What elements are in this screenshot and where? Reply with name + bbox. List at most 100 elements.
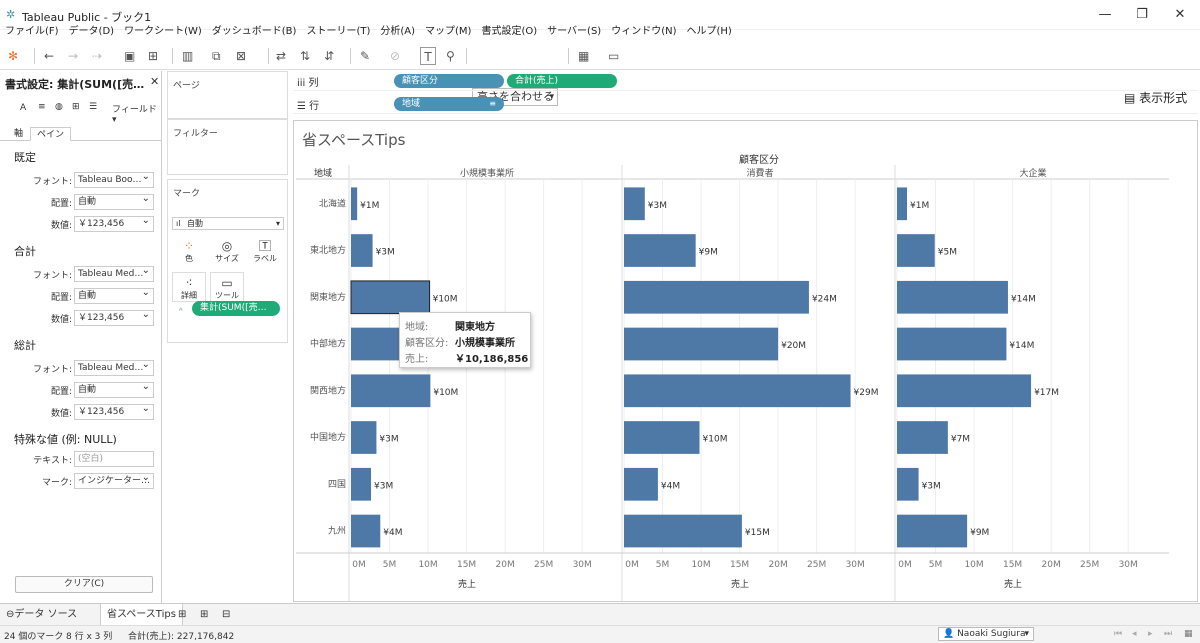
group-icon[interactable]: ⊘ — [390, 47, 400, 65]
section-align-dropdown[interactable]: 自動 — [74, 288, 154, 304]
clear-sheet-icon[interactable]: ⊠ — [236, 47, 246, 65]
x-tick-label: 5M — [656, 560, 670, 570]
menu-item-6[interactable]: マップ(M) — [420, 24, 476, 40]
tab-pane[interactable]: ペイン — [30, 127, 72, 141]
format-borders-icon[interactable]: ⊞ — [72, 102, 80, 112]
row-label: 東北地方 — [310, 244, 346, 256]
undo-icon[interactable]: ← — [44, 47, 54, 65]
section-font-dropdown[interactable]: Tableau Med… — [74, 360, 154, 376]
replay-icon[interactable]: ⇢ — [92, 47, 102, 65]
bar-label: ¥9M — [970, 528, 989, 538]
pin-icon[interactable]: ⚲ — [446, 47, 455, 65]
card-toggle-icon[interactable]: ▦ — [578, 47, 589, 65]
menu-item-8[interactable]: サーバー(S) — [542, 24, 606, 40]
size-button[interactable]: ◎ サイズ — [210, 236, 244, 266]
bar — [897, 374, 1032, 408]
bar — [624, 234, 696, 267]
menu-item-9[interactable]: ウィンドウ(N) — [606, 24, 681, 40]
sort-asc-icon[interactable]: ⇅ — [300, 47, 310, 65]
rows-pill-region[interactable]: 地域 ≡ — [394, 97, 504, 111]
save-icon[interactable]: ▣ — [124, 47, 135, 65]
menu-item-2[interactable]: ワークシート(W) — [119, 24, 207, 40]
mark-type-dropdown[interactable]: ıl 自動 ▾ — [172, 217, 284, 230]
bar-chart-icon: ıl — [176, 219, 181, 228]
measure-pill[interactable]: 集計(SUM([売… — [192, 301, 280, 316]
label-mark-icon: ᴬ — [179, 306, 183, 315]
detail-label: 詳細 — [181, 291, 197, 300]
menu-item-7[interactable]: 書式設定(O) — [476, 24, 542, 40]
pages-card[interactable]: ページ — [167, 71, 288, 119]
menu-item-3[interactable]: ダッシュボード(B) — [207, 24, 302, 40]
new-datasource-icon[interactable]: ⊞ — [148, 47, 158, 65]
x-tick-label: 15M — [457, 560, 476, 570]
close-icon[interactable]: ✕ — [150, 75, 159, 88]
nav-prev-icon[interactable]: ◂ — [1132, 629, 1137, 639]
detail-button[interactable]: ⁖ 詳細 — [172, 272, 206, 302]
section-number-dropdown[interactable]: ￥123,456 — [74, 404, 154, 420]
section-align-label: 配置: — [50, 387, 72, 397]
x-tick-label: 0M — [625, 560, 639, 570]
section-number-dropdown[interactable]: ￥123,456 — [74, 310, 154, 326]
x-axis-label: 売上 — [1004, 578, 1022, 590]
bar — [624, 327, 779, 361]
minimize-icon[interactable]: — — [1085, 4, 1125, 26]
tab-sheet[interactable]: 省スペースTips — [100, 604, 183, 626]
menu-item-4[interactable]: ストーリー(T) — [301, 24, 375, 40]
format-align-icon[interactable]: ≡ — [38, 102, 46, 112]
mark-type-label: 自動 — [187, 219, 203, 228]
row-label: 中国地方 — [310, 431, 346, 443]
grid-view-icon[interactable]: ▦ — [1184, 629, 1193, 639]
section-font-dropdown[interactable]: Tableau Med… — [74, 266, 154, 282]
bar-label: ¥7M — [951, 435, 970, 445]
rows-shelf-text: 行 — [309, 101, 320, 112]
menu-item-0[interactable]: ファイル(F) — [0, 24, 64, 40]
tab-axis[interactable]: 軸 — [8, 127, 29, 141]
section-align-dropdown[interactable]: 自動 — [74, 194, 154, 210]
close-icon[interactable]: ✕ — [1160, 4, 1200, 26]
menu-item-1[interactable]: データ(D) — [64, 24, 120, 40]
label-button[interactable]: 🅃 ラベル — [248, 236, 282, 266]
swap-icon[interactable]: ⇄ — [276, 47, 286, 65]
columns-pill-segment[interactable]: 顧客区分 — [394, 74, 504, 88]
new-story-icon[interactable]: ⊟ — [216, 604, 236, 626]
show-labels-icon[interactable]: T — [420, 47, 436, 65]
section-align-dropdown[interactable]: 自動 — [74, 382, 154, 398]
section-number-dropdown[interactable]: ￥123,456 — [74, 216, 154, 232]
nav-next-icon[interactable]: ▸ — [1148, 629, 1153, 639]
x-tick-label: 15M — [730, 560, 749, 570]
highlight-icon[interactable]: ✎ — [360, 47, 370, 65]
menu-item-5[interactable]: 分析(A) — [375, 24, 420, 40]
bar — [897, 327, 1007, 361]
bar — [897, 187, 908, 221]
color-button[interactable]: ⁘ 色 — [172, 236, 206, 266]
filters-card[interactable]: フィルター — [167, 119, 288, 175]
tab-datasource[interactable]: ⊖データ ソース — [0, 604, 83, 626]
clear-button[interactable]: クリア(C) — [15, 576, 153, 593]
section-font-dropdown[interactable]: Tableau Boo… — [74, 172, 154, 188]
user-dropdown[interactable]: 👤 Naoaki Sugiura ▾ — [938, 627, 1034, 641]
menu-item-10[interactable]: ヘルプ(H) — [682, 24, 737, 40]
columns-pill-sales[interactable]: 合計(売上) — [507, 74, 617, 88]
maximize-icon[interactable]: ❐ — [1122, 4, 1162, 26]
new-dashboard-icon[interactable]: ⊞ — [194, 604, 214, 626]
tooltip-button[interactable]: ▭ツールヒ… — [210, 272, 244, 311]
bar-label: ¥17M — [1034, 388, 1059, 398]
new-worksheet-icon[interactable]: ⊞ — [172, 604, 192, 626]
special-mark-dropdown[interactable]: インジケーター… — [74, 473, 154, 489]
field-dropdown[interactable]: フィールド ▾ — [112, 102, 161, 125]
new-worksheet-icon[interactable]: ▥ — [182, 47, 193, 65]
section-align-label: 配置: — [50, 293, 72, 303]
tableau-logo-icon[interactable]: ✻ — [8, 47, 18, 65]
bar-label: ¥4M — [661, 481, 680, 491]
duplicate-icon[interactable]: ⧉ — [212, 47, 221, 65]
bar — [351, 234, 373, 267]
redo-icon[interactable]: → — [68, 47, 78, 65]
nav-first-icon[interactable]: ⏮ — [1114, 629, 1122, 639]
special-text-input[interactable]: (空白) — [74, 451, 154, 467]
format-shading-icon[interactable]: ◍ — [55, 102, 63, 112]
format-font-icon[interactable]: A — [20, 103, 26, 113]
format-lines-icon[interactable]: ☰ — [89, 102, 97, 112]
nav-last-icon[interactable]: ⏭ — [1164, 629, 1172, 639]
presentation-icon[interactable]: ▭ — [608, 47, 619, 65]
sort-desc-icon[interactable]: ⇵ — [324, 47, 334, 65]
